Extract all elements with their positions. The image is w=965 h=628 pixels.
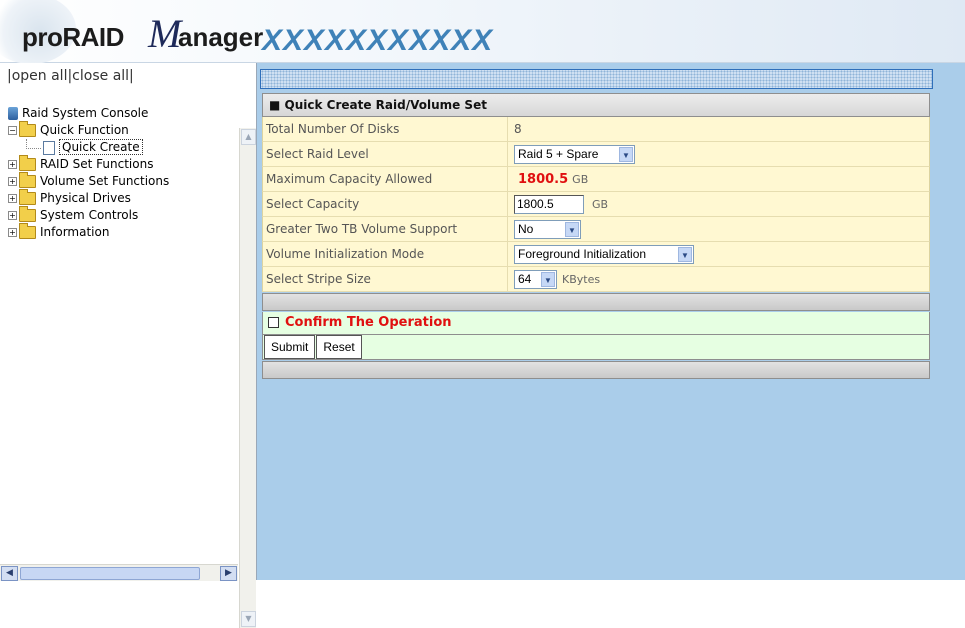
horizontal-scrollbar[interactable]: ◀ ▶	[0, 564, 238, 581]
tree-item-physical-drives[interactable]: + Physical Drives	[8, 189, 169, 207]
tree-root[interactable]: Raid System Console	[8, 105, 169, 122]
tree-item-raid-set-functions[interactable]: + RAID Set Functions	[8, 155, 169, 173]
vertical-scrollbar[interactable]: ▲ ▼	[239, 128, 256, 628]
confirm-row: Confirm The Operation	[262, 312, 930, 335]
confirm-label[interactable]: Confirm The Operation	[285, 315, 452, 330]
chevron-down-icon[interactable]: ▼	[619, 147, 633, 162]
folder-icon	[19, 155, 36, 171]
logo-m-script: M	[148, 11, 182, 56]
chevron-down-icon[interactable]: ▼	[678, 247, 692, 262]
form-row-two-tb-support: Greater Two TB Volume Support No ▼	[262, 217, 930, 242]
two-tb-select[interactable]: No ▼	[514, 220, 581, 239]
tree-item-label: Information	[40, 225, 110, 239]
folder-icon	[19, 172, 36, 188]
field-label: Maximum Capacity Allowed	[263, 167, 508, 191]
field-label: Greater Two TB Volume Support	[263, 217, 508, 241]
main-content: ■ Quick Create Raid/Volume Set Total Num…	[257, 63, 965, 580]
stripe-size-selected: 64	[518, 272, 532, 286]
form-row-max-capacity: Maximum Capacity Allowed 1800.5 GB	[262, 167, 930, 192]
open-close-all-links[interactable]: |open all|close all|	[7, 68, 134, 84]
field-label: Select Raid Level	[263, 142, 508, 166]
form-row-init-mode: Volume Initialization Mode Foreground In…	[262, 242, 930, 267]
form-row-stripe-size: Select Stripe Size 64 ▼ KBytes	[262, 267, 930, 292]
console-icon	[8, 107, 18, 120]
form-row-select-capacity: Select Capacity 1800.5 GB	[262, 192, 930, 217]
scroll-right-icon[interactable]: ▶	[220, 566, 237, 581]
field-label: Total Number Of Disks	[263, 117, 508, 141]
folder-icon	[19, 189, 36, 205]
quick-create-form: ■ Quick Create Raid/Volume Set Total Num…	[262, 93, 930, 379]
expand-icon[interactable]: +	[8, 194, 17, 203]
init-mode-cell: Foreground Initialization ▼	[508, 242, 929, 266]
tree-item-volume-set-functions[interactable]: + Volume Set Functions	[8, 172, 170, 190]
tree-item-system-controls[interactable]: + System Controls	[8, 206, 169, 224]
expand-icon[interactable]: +	[8, 177, 17, 186]
app-header: proRAID M anager XXXXXXXXXXX	[0, 0, 965, 64]
field-label: Volume Initialization Mode	[263, 242, 508, 266]
stripe-size-unit: KBytes	[562, 273, 601, 286]
tree-item-label: Quick Create	[59, 139, 143, 155]
raid-level-cell: Raid 5 + Spare ▼	[508, 142, 929, 166]
select-capacity-cell: 1800.5 GB	[508, 192, 929, 216]
collapse-icon[interactable]: −	[8, 126, 17, 135]
stripe-size-cell: 64 ▼ KBytes	[508, 267, 929, 291]
submit-button[interactable]: Submit	[264, 335, 316, 359]
init-mode-selected: Foreground Initialization	[518, 247, 647, 261]
content-top-bar	[260, 69, 933, 89]
scroll-down-icon[interactable]: ▼	[241, 611, 256, 627]
two-tb-cell: No ▼	[508, 217, 929, 241]
tree-root-label: Raid System Console	[22, 106, 149, 120]
reset-button[interactable]: Reset	[316, 335, 362, 359]
logo-pro-text: proRAID	[22, 22, 124, 52]
folder-icon	[19, 206, 36, 222]
scroll-left-icon[interactable]: ◀	[1, 566, 18, 581]
tree-item-quick-create[interactable]: Quick Create	[8, 139, 169, 156]
device-title: XXXXXXXXXXX	[262, 24, 494, 57]
page-icon	[43, 140, 55, 155]
chevron-down-icon[interactable]: ▼	[541, 272, 555, 287]
tree-item-label: RAID Set Functions	[40, 157, 154, 171]
folder-icon	[19, 223, 36, 239]
tree-item-label: System Controls	[40, 208, 139, 222]
nav-tree: Raid System Console − Quick Function Quic…	[8, 105, 169, 241]
form-title: Quick Create Raid/Volume Set	[284, 98, 487, 112]
tree-item-quick-function[interactable]: − Quick Function	[8, 121, 169, 139]
tree-item-label: Physical Drives	[40, 191, 131, 205]
capacity-unit: GB	[592, 198, 609, 211]
field-label: Select Stripe Size	[263, 267, 508, 291]
expand-icon[interactable]: +	[8, 228, 17, 237]
stripe-size-select[interactable]: 64 ▼	[514, 270, 557, 289]
tree-item-label: Volume Set Functions	[40, 174, 170, 188]
max-capacity-cell: 1800.5 GB	[508, 167, 929, 191]
scroll-thumb[interactable]	[20, 567, 200, 580]
scroll-up-icon[interactable]: ▲	[241, 129, 256, 145]
logo-anager-text: anager	[178, 22, 264, 52]
total-disks-value: 8	[514, 122, 522, 136]
max-capacity-value: 1800.5	[518, 172, 569, 187]
folder-open-icon	[19, 121, 36, 137]
form-header: ■ Quick Create Raid/Volume Set	[262, 93, 930, 117]
two-tb-selected: No	[518, 222, 534, 236]
capacity-input[interactable]: 1800.5	[514, 195, 584, 214]
form-footer-bar	[262, 361, 930, 379]
confirm-checkbox[interactable]	[268, 317, 279, 328]
expand-icon[interactable]: +	[8, 211, 17, 220]
form-separator	[262, 293, 930, 311]
raid-level-select[interactable]: Raid 5 + Spare ▼	[514, 145, 635, 164]
navigation-panel: |open all|close all| Raid System Console…	[0, 63, 257, 628]
tree-connector	[26, 139, 41, 149]
chevron-down-icon[interactable]: ▼	[565, 222, 579, 237]
init-mode-select[interactable]: Foreground Initialization ▼	[514, 245, 694, 264]
max-capacity-unit: GB	[572, 173, 589, 186]
form-row-total-disks: Total Number Of Disks 8	[262, 117, 930, 142]
raid-level-selected: Raid 5 + Spare	[518, 147, 599, 161]
tree-item-information[interactable]: + Information	[8, 223, 169, 241]
field-label: Select Capacity	[263, 192, 508, 216]
tree-item-label: Quick Function	[40, 123, 129, 137]
form-row-raid-level: Select Raid Level Raid 5 + Spare ▼	[262, 142, 930, 167]
expand-icon[interactable]: +	[8, 160, 17, 169]
action-buttons-row: Submit Reset	[262, 335, 930, 360]
